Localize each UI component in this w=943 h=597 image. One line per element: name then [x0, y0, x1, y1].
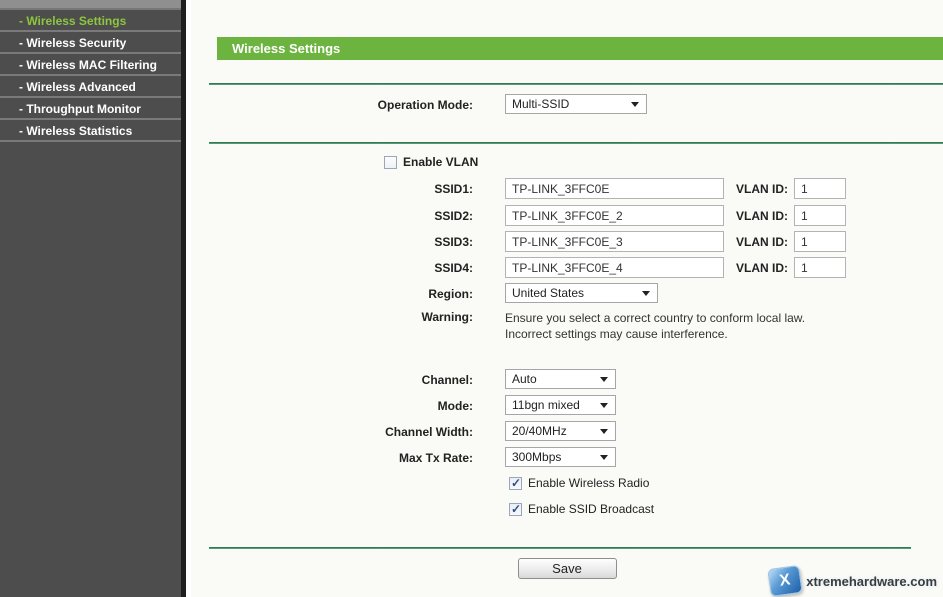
sidebar-item-wireless-settings[interactable]: - Wireless Settings [0, 10, 181, 32]
vlan-id-4-label: VLAN ID: [736, 257, 788, 275]
sidebar-item-wireless-advanced[interactable]: - Wireless Advanced [0, 76, 181, 98]
chevron-down-icon [600, 377, 608, 382]
channel-label: Channel: [191, 369, 505, 387]
operation-mode-row: Operation Mode: Multi-SSID [191, 94, 943, 114]
chevron-down-icon [600, 429, 608, 434]
vlan-id-2-input[interactable] [794, 205, 846, 226]
region-label: Region: [191, 283, 505, 301]
chevron-down-icon [642, 291, 650, 296]
ssid2-input[interactable] [505, 205, 724, 226]
chevron-down-icon [600, 403, 608, 408]
enable-vlan-checkbox[interactable]: Enable VLAN [384, 155, 478, 169]
sidebar-item-wireless-security[interactable]: - Wireless Security [0, 32, 181, 54]
enable-ssid-broadcast-checkbox[interactable]: Enable SSID Broadcast [509, 502, 654, 516]
ssid3-input[interactable] [505, 231, 724, 252]
enable-ssid-broadcast-label: Enable SSID Broadcast [528, 502, 654, 516]
checkbox-checked-icon[interactable] [509, 477, 522, 490]
vlan-id-2-label: VLAN ID: [736, 205, 788, 223]
enable-vlan-label: Enable VLAN [403, 155, 478, 169]
ssid4-row: SSID4: VLAN ID: [191, 257, 943, 278]
channel-row: Channel: Auto [191, 369, 943, 389]
channel-width-row: Channel Width: 20/40MHz [191, 421, 943, 441]
ssid1-input[interactable] [505, 178, 724, 199]
checkbox-icon[interactable] [384, 156, 397, 169]
mode-row: Mode: 11bgn mixed [191, 395, 943, 415]
enable-vlan-row: Enable VLAN [191, 155, 943, 169]
enable-wireless-radio-row: Enable Wireless Radio [191, 476, 943, 490]
checkbox-checked-icon[interactable] [509, 503, 522, 516]
enable-wireless-radio-checkbox[interactable]: Enable Wireless Radio [509, 476, 649, 490]
ssid4-input[interactable] [505, 257, 724, 278]
warning-line-1: Ensure you select a correct country to c… [505, 310, 805, 326]
channel-width-label: Channel Width: [191, 421, 505, 439]
ssid1-row: SSID1: VLAN ID: [191, 178, 943, 199]
warning-label: Warning: [191, 306, 505, 324]
vlan-id-4-input[interactable] [794, 257, 846, 278]
ssid2-row: SSID2: VLAN ID: [191, 205, 943, 226]
separator-line-bottom [209, 547, 911, 549]
ssid2-label: SSID2: [191, 205, 505, 223]
mode-value: 11bgn mixed [512, 398, 580, 412]
chevron-down-icon [631, 102, 639, 107]
max-tx-rate-row: Max Tx Rate: 300Mbps [191, 447, 943, 467]
mode-label: Mode: [191, 395, 505, 413]
channel-select[interactable]: Auto [505, 369, 616, 389]
ssid1-label: SSID1: [191, 178, 505, 196]
sidebar-top-strip [0, 0, 181, 10]
vlan-id-3-input[interactable] [794, 231, 846, 252]
sidebar-item-throughput-monitor[interactable]: - Throughput Monitor [0, 98, 181, 120]
operation-mode-label: Operation Mode: [191, 94, 505, 112]
region-value: United States [512, 286, 584, 300]
channel-width-value: 20/40MHz [512, 424, 567, 438]
save-button[interactable]: Save [518, 558, 617, 579]
main-content: Wireless Settings Operation Mode: Multi-… [191, 0, 943, 597]
max-tx-rate-select[interactable]: 300Mbps [505, 447, 616, 467]
separator-line-top [209, 83, 943, 85]
vlan-id-1-label: VLAN ID: [736, 178, 788, 196]
enable-ssid-broadcast-row: Enable SSID Broadcast [191, 502, 943, 516]
watermark-logo: X xtremehardware.com [769, 567, 937, 595]
enable-wireless-radio-label: Enable Wireless Radio [528, 476, 649, 490]
mode-select[interactable]: 11bgn mixed [505, 395, 616, 415]
warning-row: Warning: Ensure you select a correct cou… [191, 306, 943, 342]
warning-line-2: Incorrect settings may cause interferenc… [505, 326, 805, 342]
region-row: Region: United States [191, 283, 943, 303]
sidebar-item-wireless-mac-filtering[interactable]: - Wireless MAC Filtering [0, 54, 181, 76]
vlan-id-3-label: VLAN ID: [736, 231, 788, 249]
sidebar-item-wireless-statistics[interactable]: - Wireless Statistics [0, 120, 181, 142]
operation-mode-select[interactable]: Multi-SSID [505, 94, 647, 114]
operation-mode-value: Multi-SSID [512, 97, 569, 111]
max-tx-rate-label: Max Tx Rate: [191, 447, 505, 465]
x-icon: X [767, 565, 803, 597]
ssid3-row: SSID3: VLAN ID: [191, 231, 943, 252]
ssid4-label: SSID4: [191, 257, 505, 275]
warning-text: Ensure you select a correct country to c… [505, 306, 805, 342]
sidebar: Status QSS Network Wireless - Wireless S… [0, 0, 186, 597]
chevron-down-icon [600, 455, 608, 460]
watermark-text: xtremehardware.com [806, 574, 937, 589]
region-select[interactable]: United States [505, 283, 658, 303]
max-tx-rate-value: 300Mbps [512, 450, 561, 464]
vlan-id-1-input[interactable] [794, 178, 846, 199]
channel-width-select[interactable]: 20/40MHz [505, 421, 616, 441]
ssid3-label: SSID3: [191, 231, 505, 249]
page-title: Wireless Settings [217, 37, 943, 60]
channel-value: Auto [512, 372, 537, 386]
separator-line-middle [209, 142, 943, 144]
